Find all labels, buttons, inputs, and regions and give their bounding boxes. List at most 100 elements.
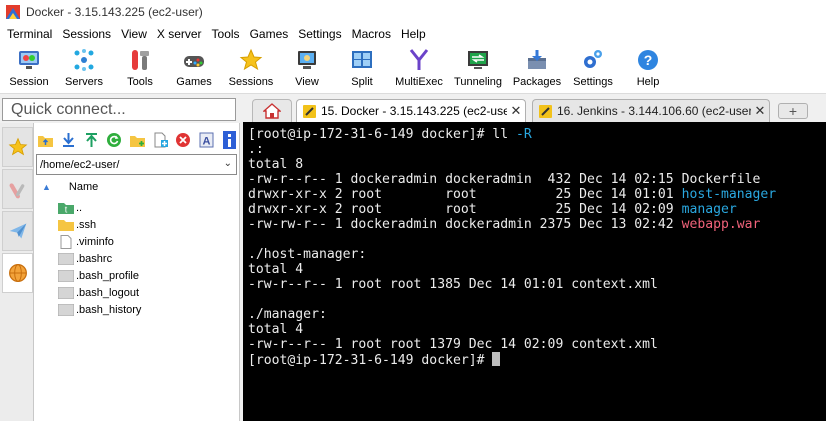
help-button[interactable]: ? Help xyxy=(620,44,676,94)
svg-text:?: ? xyxy=(644,52,653,68)
sftp-rename-button[interactable]: A xyxy=(197,131,215,149)
list-item[interactable]: .viminfo xyxy=(58,233,141,250)
list-item[interactable]: .bashrc xyxy=(58,250,141,267)
menu-macros[interactable]: Macros xyxy=(347,27,396,41)
new-folder-icon xyxy=(129,135,145,147)
sftp-new-file-button[interactable] xyxy=(151,131,169,149)
packages-icon xyxy=(524,47,550,73)
home-tab[interactable] xyxy=(252,99,292,122)
sftp-refresh-button[interactable] xyxy=(105,131,123,149)
menu-view[interactable]: View xyxy=(116,27,152,41)
terminal-line: -rw-rw-r-- 1 dockeradmin dockeradmin 237… xyxy=(248,217,826,232)
packages-button[interactable]: Packages xyxy=(508,44,566,94)
view-button[interactable]: View xyxy=(280,44,334,94)
tools-button[interactable]: Tools xyxy=(114,44,166,94)
menu-tools[interactable]: Tools xyxy=(207,27,245,41)
text-icon: A xyxy=(199,132,213,148)
games-icon xyxy=(181,47,207,73)
tab-jenkins-session[interactable]: 16. Jenkins - 3.144.106.60 (ec2-user) ✕ xyxy=(532,99,770,122)
list-item[interactable]: .bash_logout xyxy=(58,284,141,301)
split-icon xyxy=(349,47,375,73)
file-icon xyxy=(58,286,74,299)
menu-terminal[interactable]: Terminal xyxy=(2,27,57,41)
new-tab-button[interactable]: + xyxy=(778,103,808,119)
main-toolbar: Session Servers Tools Games Sessions Vie… xyxy=(0,44,826,94)
download-icon xyxy=(62,133,74,147)
sidebar-tab-tools[interactable] xyxy=(2,169,33,209)
menu-games[interactable]: Games xyxy=(245,27,294,41)
ssh-session-icon xyxy=(303,104,316,118)
menu-help[interactable]: Help xyxy=(396,27,431,41)
list-item[interactable]: .bash_history xyxy=(58,301,141,318)
terminal-text: -rw-r--r-- 1 root root 1385 Dec 14 01:01… xyxy=(248,277,658,292)
paper-plane-icon xyxy=(9,223,26,239)
games-button[interactable]: Games xyxy=(166,44,222,94)
sftp-new-folder-button[interactable] xyxy=(128,131,146,149)
terminal-line: -rw-r--r-- 1 dockeradmin dockeradmin 432… xyxy=(248,172,826,187)
quick-connect-input[interactable] xyxy=(3,99,235,120)
new-file-icon xyxy=(154,132,168,148)
tab-close-icon[interactable]: ✕ xyxy=(751,103,769,119)
terminal-line: [root@ip-172-31-6-149 docker]# xyxy=(248,352,826,368)
view-icon xyxy=(294,47,320,73)
terminal-text: [root@ip-172-31-6-149 docker]# ll xyxy=(248,127,517,142)
chevron-down-icon[interactable]: ⌄ xyxy=(224,158,232,169)
help-icon: ? xyxy=(635,47,661,73)
refresh-icon xyxy=(107,133,121,147)
sftp-path-field[interactable]: /home/ec2-user/ ⌄ xyxy=(36,154,237,175)
tunneling-button[interactable]: Tunneling xyxy=(448,44,508,94)
sidebar-tab-macros[interactable] xyxy=(2,211,33,251)
sftp-column-header[interactable]: ▲ Name xyxy=(42,179,98,195)
tab-close-icon[interactable]: ✕ xyxy=(507,103,525,119)
terminal-line: total 4 xyxy=(248,262,826,277)
sftp-delete-button[interactable] xyxy=(174,131,192,149)
split-button[interactable]: Split xyxy=(334,44,390,94)
ssh-session-icon xyxy=(539,104,552,118)
menu-sessions[interactable]: Sessions xyxy=(57,27,116,41)
terminal-line: .: xyxy=(248,142,826,157)
sidebar-tab-sftp[interactable] xyxy=(2,253,33,293)
globe-icon xyxy=(8,264,27,282)
sessions-button[interactable]: Sessions xyxy=(222,44,280,94)
terminal-text: drwxr-xr-x 2 root root 25 Dec 14 01:01 xyxy=(248,187,682,202)
terminal-line: -rw-r--r-- 1 root root 1379 Dec 14 02:09… xyxy=(248,337,826,352)
servers-icon xyxy=(71,47,97,73)
menu-x-server[interactable]: X server xyxy=(152,27,207,41)
terminal-output[interactable]: [root@ip-172-31-6-149 docker]# ll -R.: to… xyxy=(243,122,826,421)
terminal-text: [root@ip-172-31-6-149 docker]# xyxy=(248,353,493,368)
sftp-toolbar: A xyxy=(36,127,243,153)
tools-icon xyxy=(127,47,153,73)
terminal-text: ./host-manager: xyxy=(248,247,367,262)
servers-button[interactable]: Servers xyxy=(54,44,114,94)
sftp-download-button[interactable] xyxy=(59,131,77,149)
terminal-line: [root@ip-172-31-6-149 docker]# ll -R xyxy=(248,127,826,142)
list-item[interactable]: .bash_profile xyxy=(58,267,141,284)
session-icon xyxy=(16,47,42,73)
sftp-upload-button[interactable] xyxy=(82,131,100,149)
terminal-text: -rw-r--r-- 1 dockeradmin dockeradmin 432… xyxy=(248,172,761,187)
terminal-line: drwxr-xr-x 2 root root 25 Dec 14 01:01 h… xyxy=(248,187,826,202)
terminal-text: -rw-r--r-- 1 root root 1379 Dec 14 02:09… xyxy=(248,337,658,352)
terminal-text: .: xyxy=(248,142,264,157)
terminal-text: host-manager xyxy=(681,187,777,202)
terminal-line: ./manager: xyxy=(248,307,826,322)
sidebar-strip xyxy=(0,123,34,421)
folder-up-icon xyxy=(37,135,53,147)
terminal-text: total 4 xyxy=(248,262,304,277)
sidebar-tab-sessions[interactable] xyxy=(2,127,33,167)
list-item[interactable]: t .. xyxy=(58,199,141,216)
multiexec-button[interactable]: MultiExec xyxy=(390,44,448,94)
menu-settings[interactable]: Settings xyxy=(293,27,346,41)
session-button[interactable]: Session xyxy=(4,44,54,94)
parent-folder-icon: t xyxy=(58,201,74,214)
sftp-properties-button[interactable] xyxy=(220,131,238,149)
list-item[interactable]: .ssh xyxy=(58,216,141,233)
session-tab-bar: 15. Docker - 3.15.143.225 (ec2-user) ✕ 1… xyxy=(242,98,826,122)
sftp-file-list: t .. .ssh .viminfo .bashrc .bash_profile… xyxy=(58,199,141,318)
plus-icon: + xyxy=(788,103,798,119)
tab-docker-session[interactable]: 15. Docker - 3.15.143.225 (ec2-user) ✕ xyxy=(296,99,526,122)
sftp-up-folder-button[interactable] xyxy=(36,131,54,149)
settings-button[interactable]: Settings xyxy=(566,44,620,94)
terminal-line: -rw-r--r-- 1 root root 1385 Dec 14 01:01… xyxy=(248,277,826,292)
file-icon xyxy=(58,234,74,249)
